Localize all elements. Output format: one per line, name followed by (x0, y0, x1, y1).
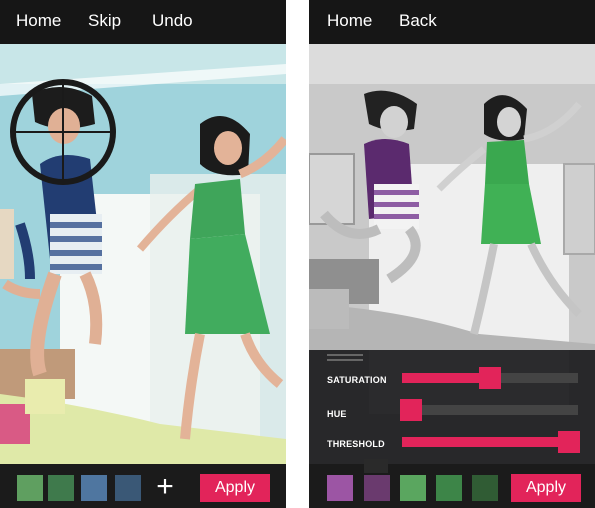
threshold-slider-fill (402, 437, 570, 447)
left-phone-screen: Home Skip Undo + Apply (0, 0, 286, 508)
color-swatch[interactable] (400, 475, 426, 501)
saturation-label: SATURATION (327, 375, 387, 385)
undo-button[interactable]: Undo (152, 10, 193, 32)
selected-swatch-indicator (364, 459, 388, 473)
skip-button[interactable]: Skip (88, 10, 121, 32)
color-swatch[interactable] (436, 475, 462, 501)
color-swatch[interactable] (81, 475, 107, 501)
saturation-slider-knob[interactable] (479, 367, 501, 389)
panel-grip-line[interactable] (327, 354, 363, 356)
color-swatch[interactable] (48, 475, 74, 501)
threshold-slider[interactable] (402, 431, 581, 453)
left-top-bar: Home Skip Undo (0, 0, 286, 44)
home-button[interactable]: Home (16, 10, 61, 32)
saturation-slider[interactable] (402, 367, 578, 389)
apply-button[interactable]: Apply (200, 474, 270, 502)
hue-label: HUE (327, 409, 347, 419)
color-photo (0, 44, 286, 464)
photo-canvas[interactable] (0, 44, 286, 464)
color-swatch[interactable] (327, 475, 353, 501)
color-swatch[interactable] (472, 475, 498, 501)
hue-slider-knob[interactable] (399, 399, 422, 421)
home-button[interactable]: Home (327, 10, 372, 32)
color-swatch[interactable] (17, 475, 43, 501)
threshold-slider-knob[interactable] (558, 431, 581, 453)
color-swatch[interactable] (115, 475, 141, 501)
hue-slider[interactable] (399, 399, 578, 421)
add-color-icon[interactable]: + (151, 470, 179, 504)
back-button[interactable]: Back (399, 10, 437, 32)
adjustment-panel: SATURATION HUE THRESHOLD (309, 350, 595, 464)
apply-button[interactable]: Apply (511, 474, 581, 502)
color-swatch[interactable] (364, 475, 390, 501)
panel-grip-line[interactable] (327, 359, 363, 361)
threshold-label: THRESHOLD (327, 439, 385, 449)
saturation-slider-fill (402, 373, 490, 383)
right-phone-screen: Home Back SATURATION HUE THRESHOLD Apply (309, 0, 595, 508)
right-top-bar: Home Back (309, 0, 595, 44)
